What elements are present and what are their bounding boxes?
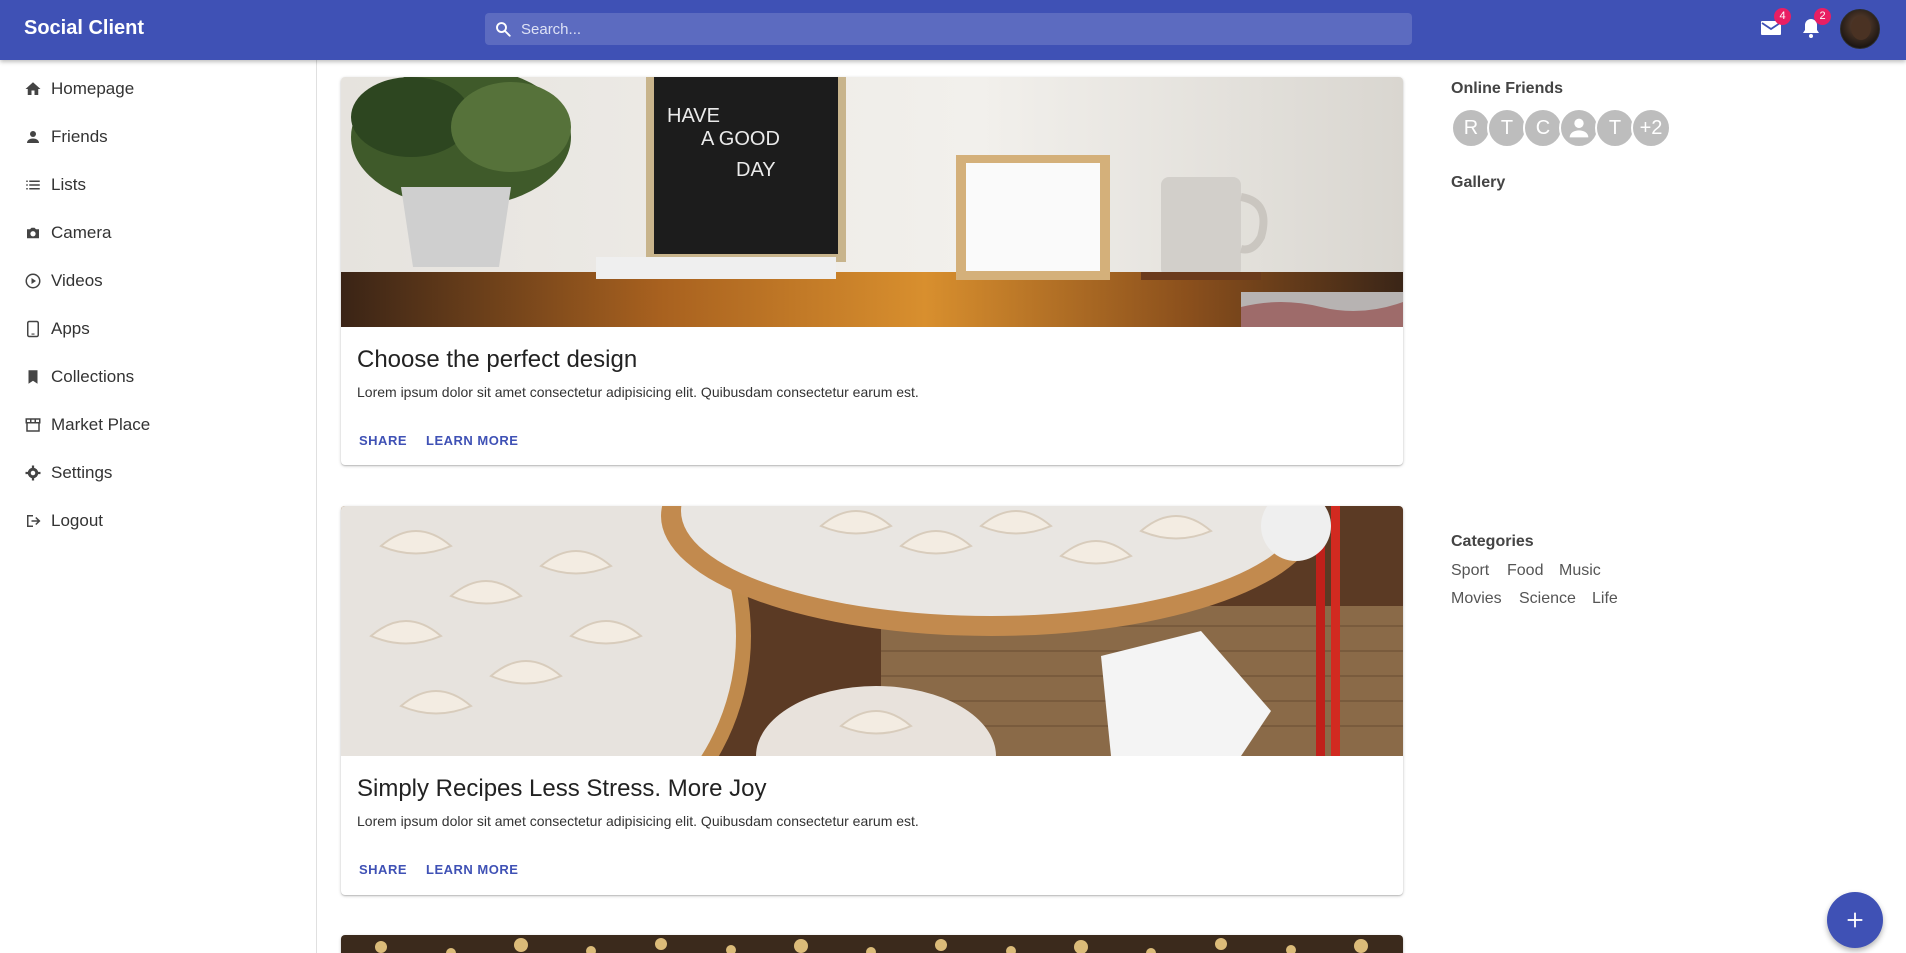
search-input[interactable] (515, 13, 1395, 45)
bookmark-icon (28, 370, 38, 384)
app-title[interactable]: Social Client (24, 17, 144, 40)
list-icon (26, 180, 40, 190)
desk-scene-image: HAVE A GOOD DAY (341, 77, 1403, 327)
sidebar-item-label: Logout (51, 511, 103, 530)
categories-heading: Categories (1451, 533, 1534, 550)
share-button[interactable]: SHARE (359, 433, 407, 448)
category-link[interactable]: Movies (1451, 590, 1502, 608)
sidebar-item-label: Market Place (51, 415, 151, 434)
sidebar-item-friends[interactable]: Friends (24, 125, 108, 149)
camera-icon (27, 227, 39, 239)
post-text: Lorem ipsum dolor sit amet consectetur a… (357, 384, 919, 400)
board-text-line-3: DAY (736, 159, 776, 181)
sidebar-item-logout[interactable]: Logout (24, 509, 103, 533)
sidebar-item-apps[interactable]: Apps (24, 317, 90, 341)
user-avatar[interactable] (1840, 9, 1880, 49)
friend-avatar[interactable]: C (1523, 108, 1563, 148)
sidebar-item-label: Collections (51, 367, 135, 386)
sidebar-item-homepage[interactable]: Homepage (24, 77, 134, 101)
post-image (341, 506, 1403, 756)
post-card: Simply Recipes Less Stress. More Joy Lor… (341, 506, 1403, 895)
sidebar-item-videos[interactable]: Videos (24, 269, 103, 293)
person-icon (1569, 118, 1589, 138)
app-bar: Social Client 4 2 (0, 0, 1906, 60)
notification-badge: 2 (1814, 8, 1831, 25)
learn-more-button[interactable]: LEARN MORE (426, 433, 518, 448)
sidebar-item-market-place[interactable]: Market Place (24, 413, 150, 437)
post-title: Simply Recipes Less Stress. More Joy (357, 775, 767, 802)
mail-button[interactable]: 4 (1759, 8, 1791, 40)
post-card: HAVE A GOOD DAY Choose the perfect desig… (341, 77, 1403, 465)
category-link[interactable]: Science (1519, 590, 1576, 608)
share-button[interactable]: SHARE (359, 862, 407, 877)
add-post-button[interactable] (1827, 892, 1883, 948)
notifications-button[interactable]: 2 (1799, 8, 1831, 40)
sidebar-item-label: Apps (51, 319, 90, 338)
plus-icon (1847, 912, 1863, 928)
sidebar-item-settings[interactable]: Settings (24, 461, 112, 485)
category-link[interactable]: Music (1559, 562, 1601, 580)
gallery-heading: Gallery (1451, 174, 1506, 191)
bokeh-lights-image (341, 935, 1403, 953)
sidebar-item-label: Camera (51, 223, 112, 242)
sidebar: Homepage Friends Lists Camera Videos App… (0, 60, 317, 953)
play-circle-icon (25, 273, 41, 289)
mail-badge: 4 (1774, 8, 1791, 25)
board-text-line-2: A GOOD (701, 128, 780, 150)
sidebar-item-label: Friends (51, 127, 108, 146)
sidebar-item-camera[interactable]: Camera (24, 221, 111, 245)
post-card (341, 935, 1403, 953)
category-link[interactable]: Sport (1451, 562, 1489, 580)
sidebar-item-lists[interactable]: Lists (24, 173, 86, 197)
more-friends-avatar[interactable]: +2 (1631, 108, 1671, 148)
friend-avatar[interactable]: T (1595, 108, 1635, 148)
person-icon (27, 131, 39, 143)
sidebar-item-collections[interactable]: Collections (24, 365, 134, 389)
gear-icon (25, 465, 41, 481)
sidebar-item-label: Settings (51, 463, 113, 482)
post-image: HAVE A GOOD DAY (341, 77, 1403, 327)
board-text-line-1: HAVE (667, 105, 720, 127)
sidebar-item-label: Homepage (51, 79, 135, 98)
search-box[interactable] (485, 13, 1412, 45)
category-link[interactable]: Life (1592, 590, 1618, 608)
post-title: Choose the perfect design (357, 346, 638, 373)
home-icon (25, 82, 41, 95)
logout-icon (27, 515, 41, 527)
friend-avatar[interactable]: R (1451, 108, 1491, 148)
category-link[interactable]: Food (1507, 562, 1543, 580)
friend-avatar[interactable] (1559, 108, 1599, 148)
storefront-icon (25, 418, 41, 432)
dumplings-image (341, 506, 1403, 756)
sidebar-item-label: Lists (51, 175, 86, 194)
friend-avatar[interactable]: T (1487, 108, 1527, 148)
search-icon (496, 22, 511, 37)
sidebar-item-label: Videos (51, 271, 103, 290)
learn-more-button[interactable]: LEARN MORE (426, 862, 518, 877)
tablet-icon (27, 320, 39, 338)
post-text: Lorem ipsum dolor sit amet consectetur a… (357, 813, 919, 829)
online-friends-heading: Online Friends (1451, 80, 1564, 97)
